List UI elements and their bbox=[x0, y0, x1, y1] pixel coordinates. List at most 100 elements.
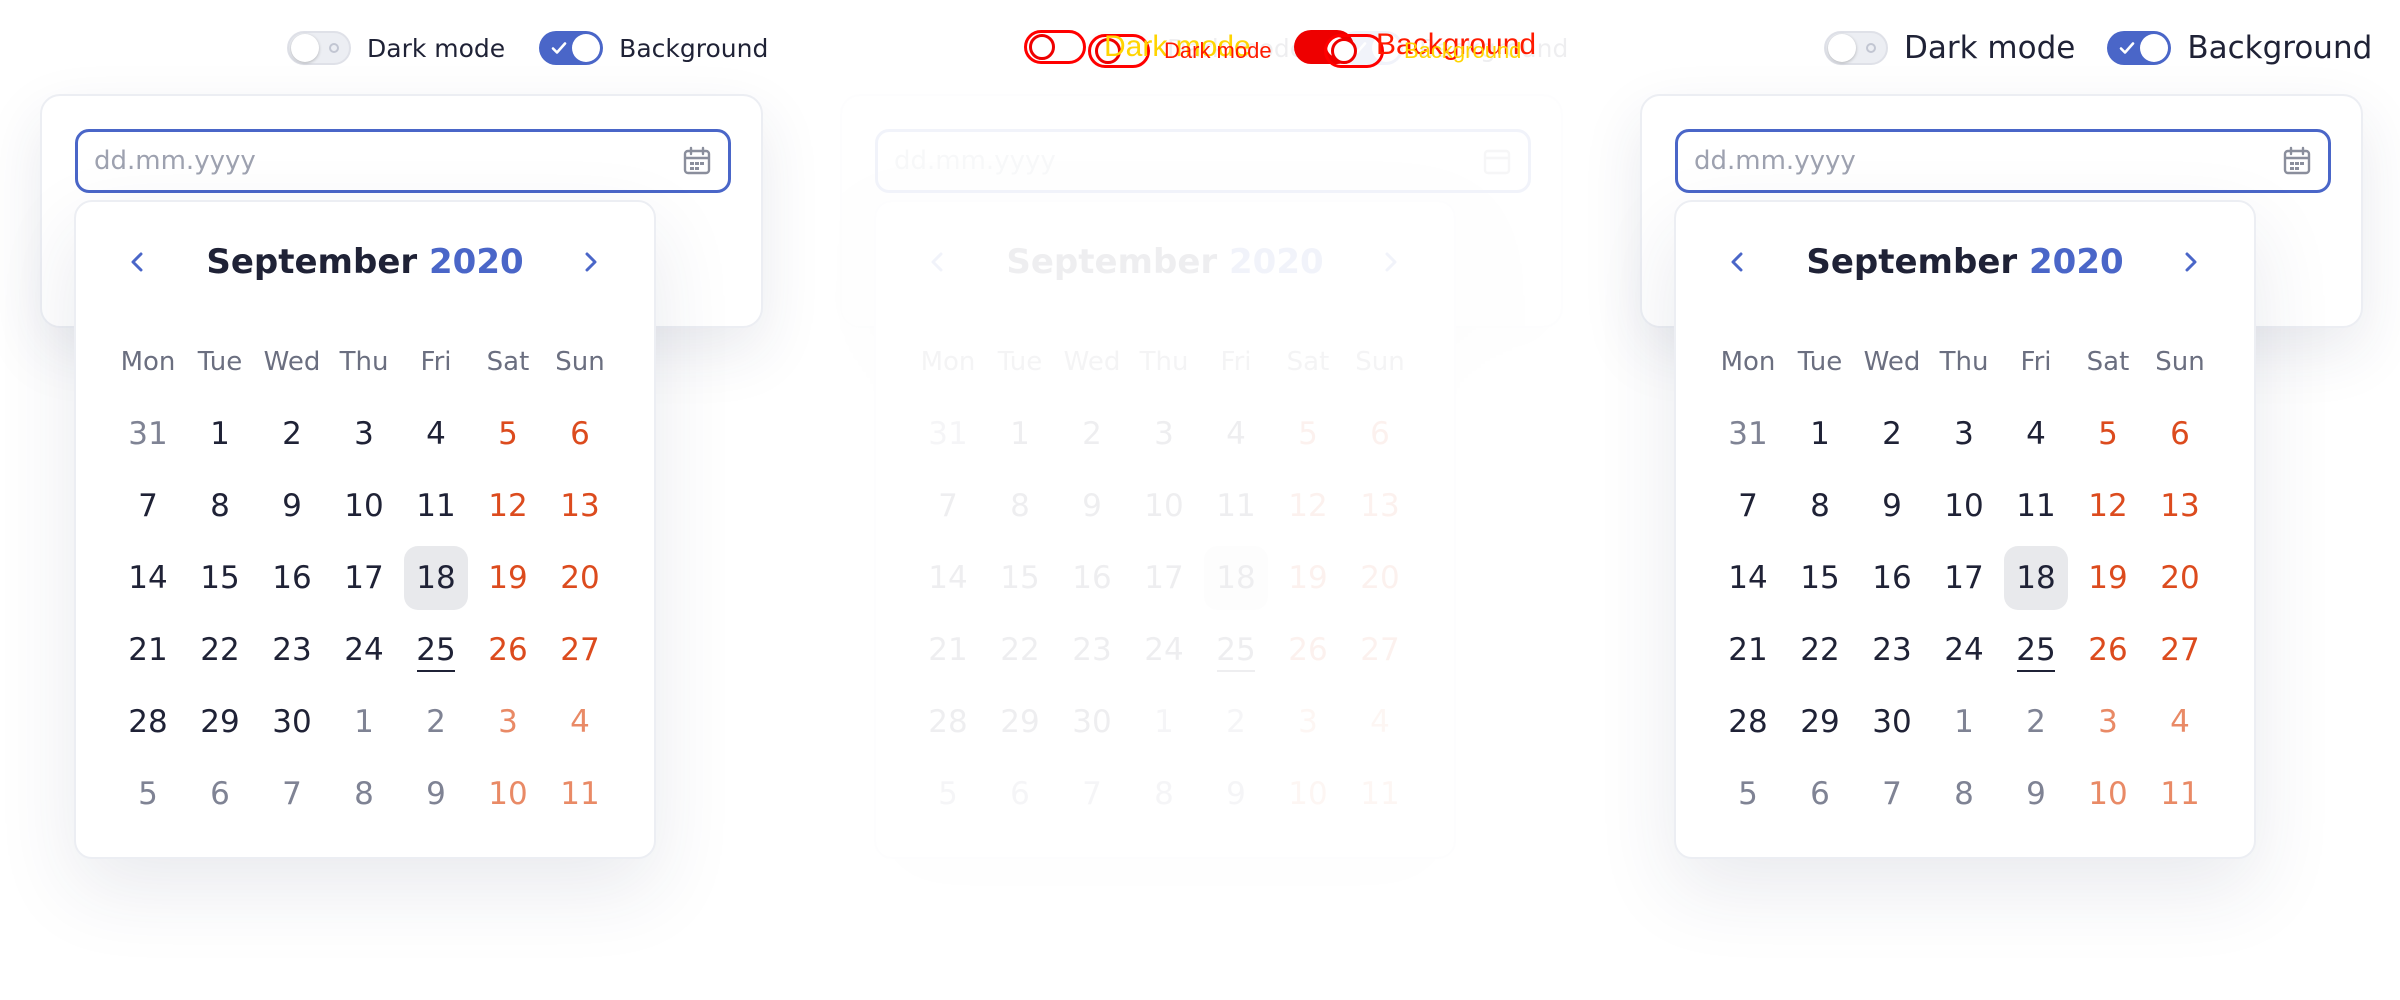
day-cell[interactable]: 3 bbox=[332, 402, 396, 466]
day-cell[interactable]: 23 bbox=[1860, 618, 1924, 682]
day-cell[interactable]: 20 bbox=[548, 546, 612, 610]
day-cell[interactable]: 6 bbox=[1788, 762, 1852, 826]
day-cell[interactable]: 16 bbox=[260, 546, 324, 610]
day-cell-selected[interactable]: 18 bbox=[2004, 546, 2068, 610]
day-cell[interactable]: 10 bbox=[1932, 474, 1996, 538]
dark-mode-switch[interactable] bbox=[1824, 31, 1888, 65]
day-cell[interactable]: 4 bbox=[1348, 690, 1412, 754]
day-cell[interactable]: 15 bbox=[1788, 546, 1852, 610]
date-input[interactable]: dd.mm.yyyy bbox=[875, 129, 1531, 193]
background-toggle[interactable]: Background bbox=[539, 31, 768, 65]
day-cell[interactable]: 30 bbox=[1060, 690, 1124, 754]
day-cell[interactable]: 27 bbox=[548, 618, 612, 682]
day-cell[interactable]: 27 bbox=[1348, 618, 1412, 682]
day-cell[interactable]: 13 bbox=[548, 474, 612, 538]
day-cell[interactable]: 9 bbox=[1860, 474, 1924, 538]
day-cell[interactable]: 29 bbox=[988, 690, 1052, 754]
day-cell-today[interactable]: 25 bbox=[1204, 618, 1268, 682]
day-cell[interactable]: 26 bbox=[2076, 618, 2140, 682]
day-cell[interactable]: 6 bbox=[548, 402, 612, 466]
day-cell[interactable]: 8 bbox=[1788, 474, 1852, 538]
day-cell[interactable]: 20 bbox=[1348, 546, 1412, 610]
day-cell[interactable]: 4 bbox=[404, 402, 468, 466]
day-cell[interactable]: 17 bbox=[1132, 546, 1196, 610]
day-cell[interactable]: 4 bbox=[2004, 402, 2068, 466]
day-cell[interactable]: 23 bbox=[1060, 618, 1124, 682]
day-cell[interactable]: 22 bbox=[188, 618, 252, 682]
day-cell[interactable]: 3 bbox=[2076, 690, 2140, 754]
day-cell[interactable]: 10 bbox=[1276, 762, 1340, 826]
day-cell[interactable]: 8 bbox=[188, 474, 252, 538]
day-cell[interactable]: 8 bbox=[332, 762, 396, 826]
background-switch[interactable] bbox=[2107, 31, 2172, 65]
day-cell[interactable]: 22 bbox=[1788, 618, 1852, 682]
day-cell[interactable]: 1 bbox=[1932, 690, 1996, 754]
day-cell[interactable]: 29 bbox=[188, 690, 252, 754]
next-month-button[interactable] bbox=[570, 242, 610, 282]
day-cell[interactable]: 3 bbox=[1276, 690, 1340, 754]
day-cell[interactable]: 7 bbox=[1060, 762, 1124, 826]
day-cell[interactable]: 6 bbox=[188, 762, 252, 826]
day-cell[interactable]: 5 bbox=[1276, 402, 1340, 466]
day-cell-selected[interactable]: 18 bbox=[1204, 546, 1268, 610]
day-cell[interactable]: 21 bbox=[916, 618, 980, 682]
day-cell[interactable]: 9 bbox=[1060, 474, 1124, 538]
day-cell[interactable]: 6 bbox=[2148, 402, 2212, 466]
day-cell[interactable]: 2 bbox=[1204, 690, 1268, 754]
day-cell[interactable]: 4 bbox=[2148, 690, 2212, 754]
day-cell[interactable]: 24 bbox=[332, 618, 396, 682]
day-cell[interactable]: 9 bbox=[260, 474, 324, 538]
day-cell[interactable]: 14 bbox=[116, 546, 180, 610]
day-cell[interactable]: 21 bbox=[116, 618, 180, 682]
day-cell[interactable]: 28 bbox=[116, 690, 180, 754]
background-toggle[interactable]: Background bbox=[2107, 30, 2372, 66]
month-year-title[interactable]: September 2020 bbox=[1676, 242, 2254, 282]
day-cell[interactable]: 16 bbox=[1860, 546, 1924, 610]
day-cell[interactable]: 4 bbox=[1204, 402, 1268, 466]
day-cell[interactable]: 1 bbox=[1132, 690, 1196, 754]
dark-mode-toggle[interactable]: Dark mode bbox=[287, 31, 505, 65]
dark-mode-switch[interactable] bbox=[287, 31, 351, 65]
day-cell-today[interactable]: 25 bbox=[2004, 618, 2068, 682]
day-cell[interactable]: 3 bbox=[1932, 402, 1996, 466]
day-cell[interactable]: 8 bbox=[1132, 762, 1196, 826]
day-cell[interactable]: 8 bbox=[988, 474, 1052, 538]
day-cell[interactable]: 2 bbox=[404, 690, 468, 754]
day-cell-today[interactable]: 25 bbox=[404, 618, 468, 682]
day-cell[interactable]: 10 bbox=[2076, 762, 2140, 826]
day-cell[interactable]: 7 bbox=[1860, 762, 1924, 826]
day-cell[interactable]: 16 bbox=[1060, 546, 1124, 610]
day-cell[interactable]: 26 bbox=[1276, 618, 1340, 682]
day-cell[interactable]: 1 bbox=[1788, 402, 1852, 466]
day-cell[interactable]: 28 bbox=[916, 690, 980, 754]
day-cell[interactable]: 20 bbox=[2148, 546, 2212, 610]
day-cell[interactable]: 12 bbox=[2076, 474, 2140, 538]
day-cell[interactable]: 14 bbox=[1716, 546, 1780, 610]
day-cell[interactable]: 12 bbox=[1276, 474, 1340, 538]
day-cell[interactable]: 13 bbox=[2148, 474, 2212, 538]
day-cell[interactable]: 9 bbox=[404, 762, 468, 826]
calendar-icon[interactable] bbox=[2282, 146, 2312, 176]
day-cell[interactable]: 7 bbox=[1716, 474, 1780, 538]
calendar-icon[interactable] bbox=[1482, 146, 1512, 176]
day-cell[interactable]: 5 bbox=[476, 402, 540, 466]
day-cell[interactable]: 2 bbox=[2004, 690, 2068, 754]
day-cell[interactable]: 28 bbox=[1716, 690, 1780, 754]
day-cell[interactable]: 31 bbox=[1716, 402, 1780, 466]
day-cell[interactable]: 19 bbox=[2076, 546, 2140, 610]
day-cell[interactable]: 24 bbox=[1932, 618, 1996, 682]
day-cell[interactable]: 21 bbox=[1716, 618, 1780, 682]
day-cell[interactable]: 31 bbox=[116, 402, 180, 466]
next-month-button[interactable] bbox=[1370, 242, 1410, 282]
day-cell[interactable]: 5 bbox=[1716, 762, 1780, 826]
day-cell[interactable]: 3 bbox=[476, 690, 540, 754]
day-cell[interactable]: 6 bbox=[988, 762, 1052, 826]
day-cell[interactable]: 6 bbox=[1348, 402, 1412, 466]
day-cell[interactable]: 29 bbox=[1788, 690, 1852, 754]
day-cell[interactable]: 30 bbox=[260, 690, 324, 754]
day-cell[interactable]: 10 bbox=[1132, 474, 1196, 538]
day-cell[interactable]: 19 bbox=[1276, 546, 1340, 610]
day-cell[interactable]: 2 bbox=[1860, 402, 1924, 466]
day-cell-selected[interactable]: 18 bbox=[404, 546, 468, 610]
day-cell[interactable]: 15 bbox=[188, 546, 252, 610]
